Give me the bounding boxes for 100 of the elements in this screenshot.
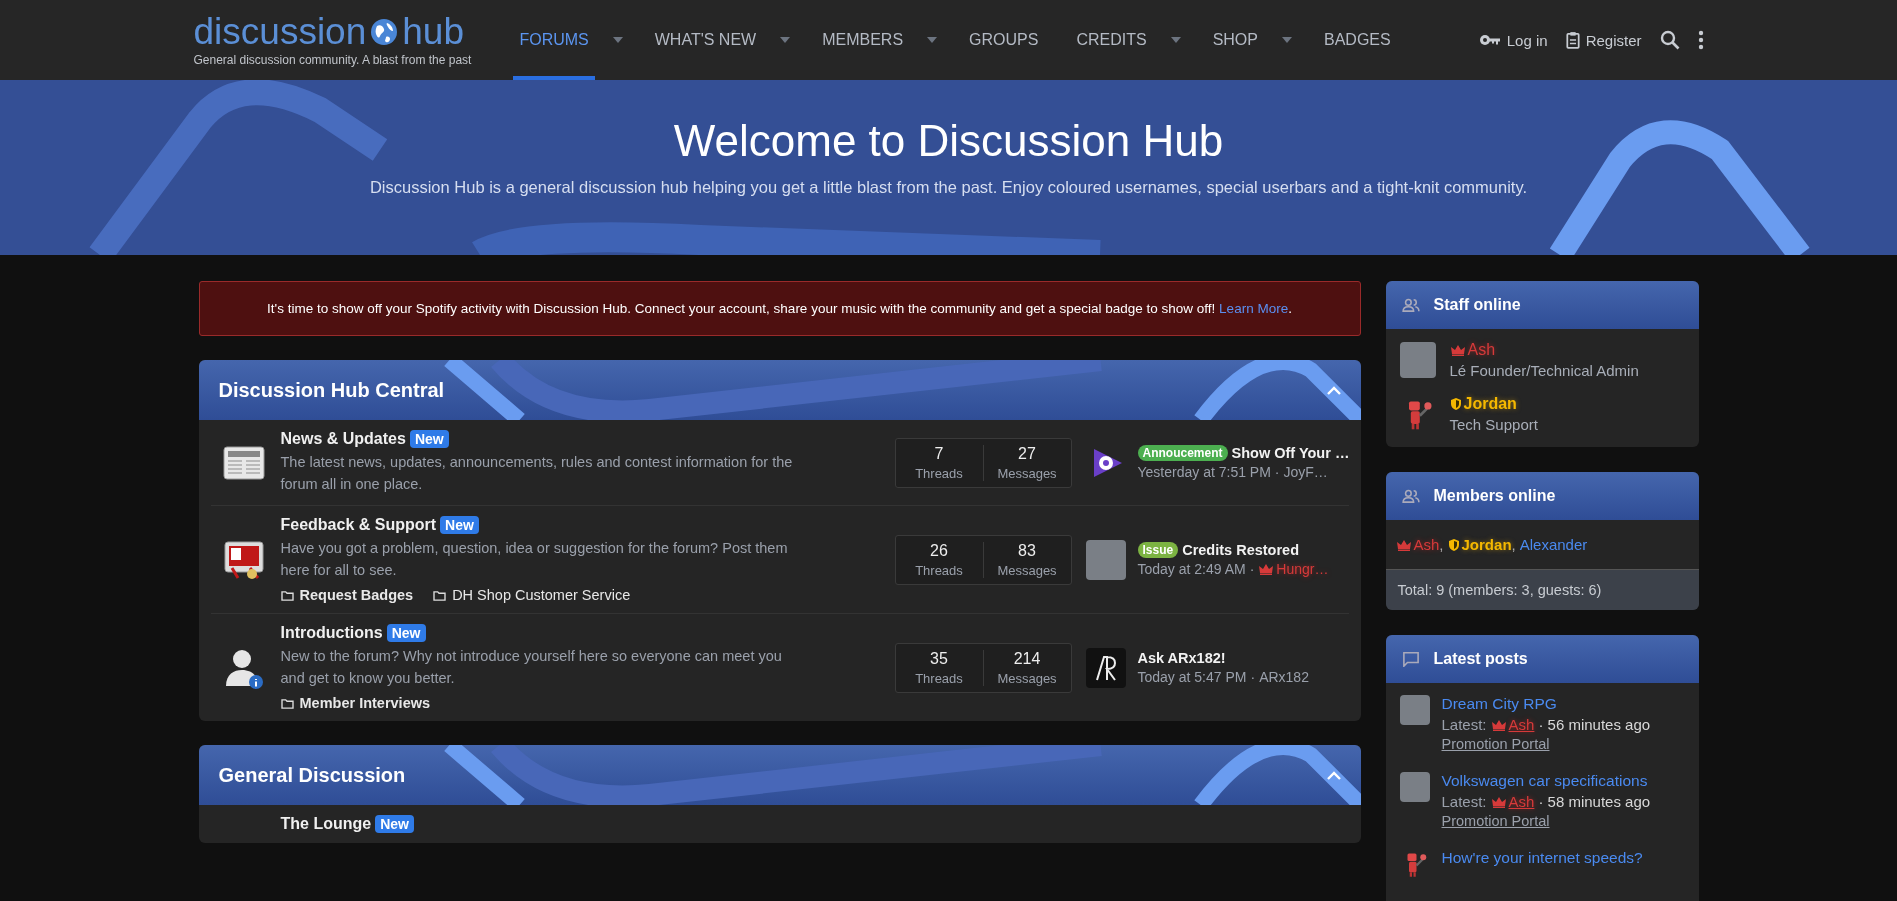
online-total-text: Total: 9 (members: 3, guests: 6) (1397, 582, 1602, 598)
message-count: 27 (1018, 444, 1036, 463)
latest-thread-link[interactable]: Show Off Your … (1231, 445, 1350, 461)
forum-link[interactable]: Promotion Portal (1441, 813, 1651, 829)
photo-placeholder (1399, 342, 1436, 378)
thread-count: 26 (930, 541, 948, 560)
post-time: · 56 minutes ago (1538, 716, 1651, 733)
panel-title: Staff online (1433, 296, 1521, 314)
threads-label: Threads (915, 670, 963, 686)
panel-title: Latest posts (1433, 650, 1528, 668)
nav-tab[interactable]: GROUPS (963, 0, 1045, 80)
latest-thread-link[interactable]: Credits Restored (1182, 542, 1300, 558)
notice-text: It's time to show off your Spotify activity with Discussion Hub. Connect your account, share your music with the community and get a special badge to show off! Learn More. (266, 301, 1293, 316)
chevron-icon[interactable] (1326, 770, 1341, 780)
clipboard-icon (1565, 31, 1580, 49)
forum-description: Have you got a problem, question, idea or suggestion for the forum? Post them here for all to see. (280, 539, 789, 580)
threads-label: Threads (915, 465, 963, 481)
new-badge: New (375, 815, 414, 833)
caret-icon[interactable] (780, 37, 791, 43)
logo-text[interactable]: discussion (193, 13, 367, 51)
caret-icon[interactable] (612, 37, 623, 43)
forum-title-link[interactable]: News & Updates (280, 430, 406, 448)
separator-text: · (1250, 669, 1256, 685)
new-badge: New (409, 430, 449, 448)
messages-label: Messages (997, 465, 1057, 481)
staff-username-link[interactable]: Jordan (1449, 395, 1538, 413)
nav-tab[interactable]: MEMBERS (816, 0, 910, 80)
threads-label: Threads (915, 562, 963, 578)
forum-title-link[interactable]: The Lounge (280, 815, 372, 833)
separator-text: , (1511, 536, 1516, 553)
staff-rank: Tech Support (1449, 416, 1538, 433)
post-time: Today at 2:49 AM (1137, 561, 1246, 577)
folder-icon (280, 697, 294, 709)
separator-text: · (1249, 561, 1255, 577)
post-title-link[interactable]: Dream City RPG (1441, 695, 1651, 713)
nav-tab[interactable]: SHOP (1206, 0, 1264, 80)
subforum-link[interactable]: Request Badges (280, 587, 414, 603)
shield-icon (1447, 537, 1460, 552)
users-icon (1401, 298, 1420, 312)
subforum-link[interactable]: DH Shop Customer Service (433, 587, 631, 603)
subforum-link[interactable]: Member Interviews (280, 695, 431, 711)
photo-placeholder (1399, 695, 1430, 725)
caret-icon[interactable] (927, 37, 938, 43)
caret-icon[interactable] (1282, 37, 1292, 43)
login-link[interactable]: Log in (1478, 31, 1548, 49)
photo-placeholder (1399, 772, 1430, 802)
more-menu-icon[interactable] (1697, 30, 1704, 50)
forum-link[interactable]: Promotion Portal (1441, 736, 1651, 752)
logo-text[interactable]: hub (402, 13, 464, 51)
latest-thread-link[interactable]: Ask ARx182! (1137, 650, 1226, 666)
username-link[interactable]: JoyF… (1283, 464, 1328, 480)
speech-bubble-icon (1401, 651, 1420, 667)
post-title-link[interactable]: How're your internet speeds? (1441, 849, 1643, 867)
separator-text: · (1274, 464, 1280, 480)
crown-icon (1490, 795, 1507, 808)
caret-icon[interactable] (1170, 37, 1181, 43)
chevron-icon[interactable] (1326, 385, 1341, 395)
category-header[interactable]: Discussion Hub Central (198, 360, 1361, 420)
online-username-link[interactable]: Alexander (1519, 536, 1588, 553)
crown-icon (1395, 538, 1412, 551)
username-link[interactable]: ARx182 (1259, 669, 1309, 685)
online-username-link[interactable]: Jordan (1447, 536, 1512, 553)
post-title-link[interactable]: Volkswagen car specifications (1441, 772, 1651, 790)
forum-title-link[interactable]: Introductions (280, 624, 383, 642)
staff-rank: Lé Founder/Technical Admin (1449, 362, 1639, 379)
new-badge: New (440, 516, 479, 534)
nav-tab[interactable]: BADGES (1318, 0, 1397, 80)
latest-label: Latest: (1441, 716, 1487, 733)
messages-label: Messages (997, 670, 1057, 686)
message-count: 214 (1013, 649, 1041, 668)
register-link[interactable]: Register (1565, 31, 1642, 49)
crown-icon (1258, 563, 1275, 575)
crown-icon (1449, 344, 1466, 356)
letter-logo-icon (1085, 647, 1126, 688)
banner-title: Welcome to Discussion Hub (672, 115, 1225, 166)
latest-label: Latest: (1441, 793, 1487, 810)
thread-count: 35 (930, 649, 948, 668)
post-time: · 58 minutes ago (1538, 793, 1651, 810)
banner-subtitle: Discussion Hub is a general discussion hub helping you get a little blast from the past. Enjoy coloured usernames, special userbars and a tight-knit community. (368, 178, 1529, 197)
logo-tagline: General discussion community. A blast from the past (193, 53, 472, 67)
globe-icon (369, 17, 400, 47)
thread-prefix-label: Issue (1137, 542, 1179, 558)
thread-count: 7 (934, 444, 944, 463)
photo-placeholder (1085, 539, 1126, 580)
crown-icon (1490, 718, 1507, 731)
folder-icon (433, 589, 447, 601)
post-time: Today at 5:47 PM (1137, 669, 1247, 685)
separator-text: , (1439, 536, 1444, 553)
learn-more-link[interactable]: Learn More (1219, 301, 1289, 316)
panel-title: Members online (1433, 487, 1556, 505)
forum-title-link[interactable]: Feedback & Support (280, 516, 437, 534)
key-icon (1478, 34, 1501, 46)
new-badge: New (386, 624, 426, 642)
users-icon (1401, 489, 1420, 503)
shield-icon (1449, 397, 1462, 411)
category-header[interactable]: General Discussion (198, 745, 1361, 805)
nav-tab[interactable]: WHAT'S NEW (648, 0, 763, 80)
messages-label: Messages (997, 562, 1057, 578)
search-icon[interactable] (1659, 30, 1680, 50)
nav-tab[interactable]: CREDITS (1070, 0, 1153, 80)
